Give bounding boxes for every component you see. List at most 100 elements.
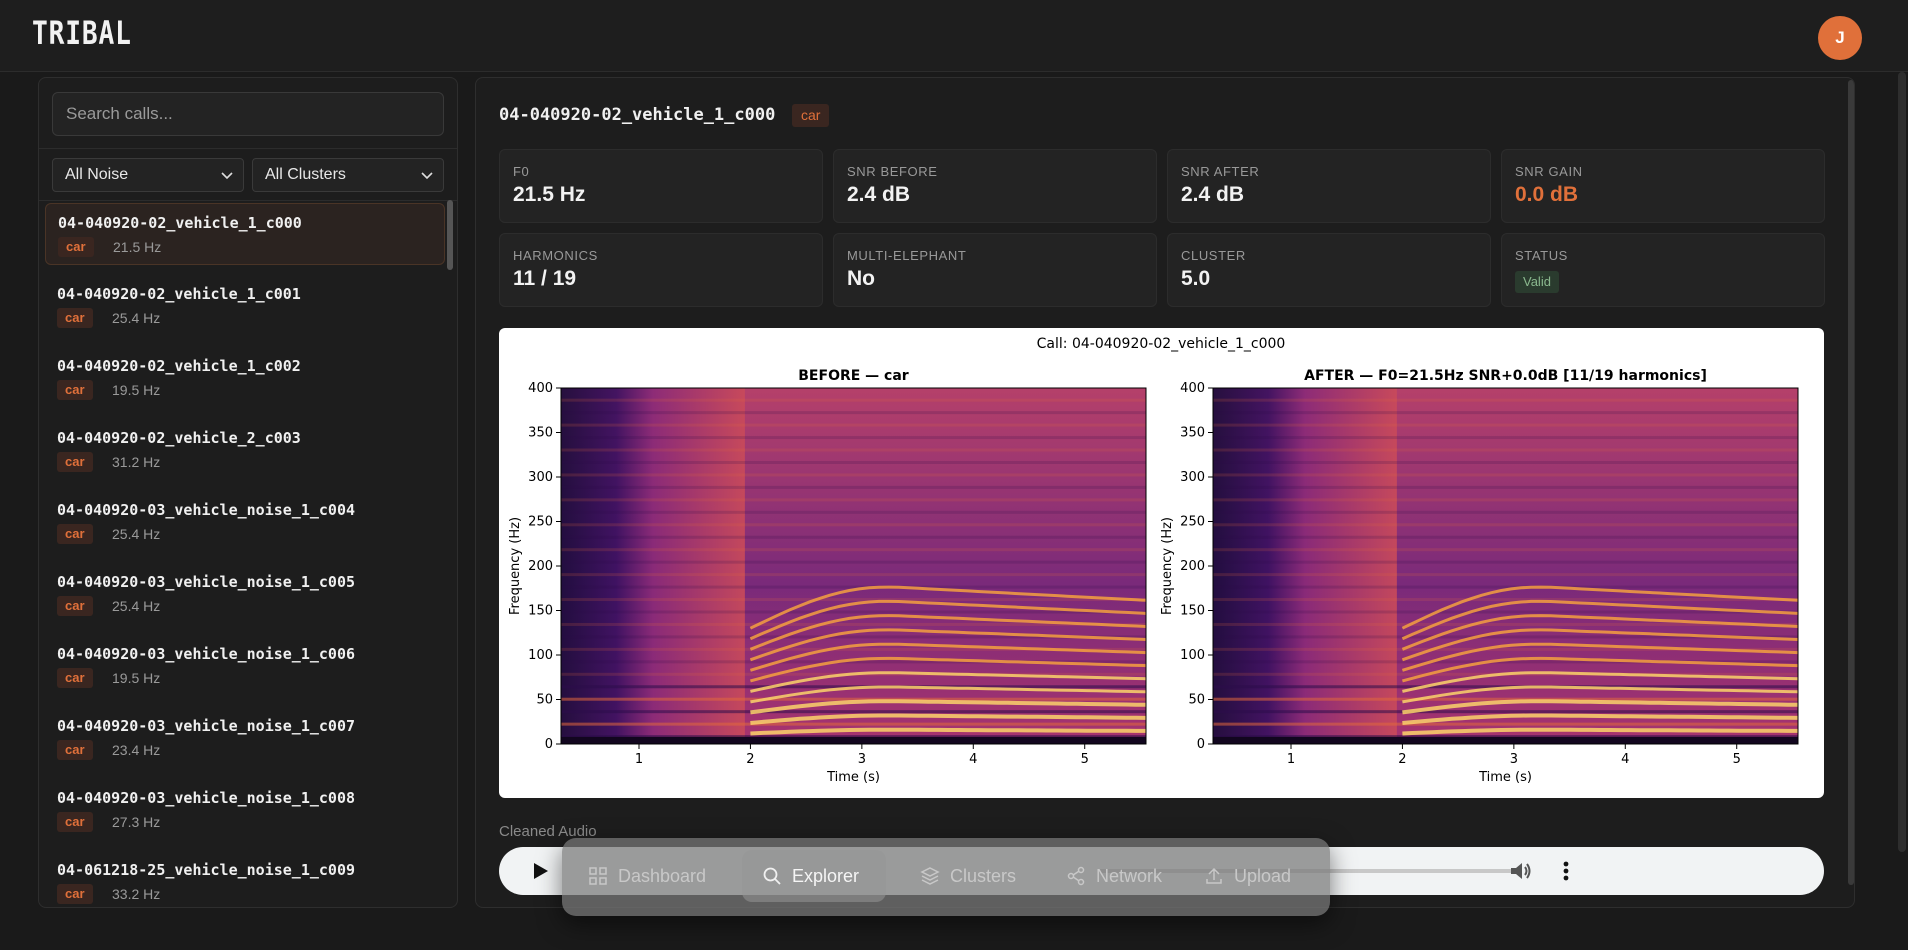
noise-tag: car	[57, 380, 93, 400]
spectral-band	[561, 710, 1146, 714]
spectrogram-quiet-region	[1213, 388, 1397, 744]
y-tick-label: 200	[1180, 559, 1205, 574]
call-list-item[interactable]: 04-040920-03_vehicle_noise_1_c008 car 27…	[45, 779, 445, 841]
page-scrollbar[interactable]	[1898, 72, 1906, 852]
x-tick-label: 1	[1287, 752, 1295, 767]
call-f0: 31.2 Hz	[112, 454, 161, 470]
call-list-item[interactable]: 04-040920-02_vehicle_1_c002 car 19.5 Hz	[45, 347, 445, 409]
spectral-band	[561, 460, 1146, 464]
spectral-band	[561, 436, 1146, 440]
nav-network[interactable]: Network	[1058, 850, 1178, 902]
volume-icon[interactable]	[1507, 858, 1533, 884]
x-tick-label: 1	[635, 752, 643, 767]
stat-card-snr-after: SNR AFTER 2.4 dB	[1167, 149, 1491, 223]
nav-dashboard[interactable]: Dashboard	[582, 850, 714, 902]
x-axis-label: Time (s)	[1478, 770, 1532, 785]
call-f0: 25.4 Hz	[112, 526, 161, 542]
stat-value: 11 / 19	[513, 267, 577, 290]
call-list-item[interactable]: 04-061218-25_vehicle_noise_1_c009 car 33…	[45, 851, 445, 907]
upload-icon	[1206, 867, 1222, 884]
y-axis-label: Frequency (Hz)	[1160, 517, 1175, 615]
call-list-item[interactable]: 04-040920-03_vehicle_noise_1_c005 car 25…	[45, 563, 445, 625]
sidebar-scrollbar[interactable]	[447, 200, 453, 270]
more-options-icon[interactable]	[1553, 858, 1579, 884]
y-tick-label: 50	[536, 693, 553, 708]
spectrogram-before: BEFORE — car1 2 3 4 505010015020025030035040…	[508, 368, 1147, 785]
call-name: 04-040920-02_vehicle_2_c003	[57, 429, 301, 447]
x-tick-label: 3	[858, 752, 866, 767]
spectral-band	[561, 448, 1146, 452]
x-tick-label: 4	[969, 752, 977, 767]
y-axis-label: Frequency (Hz)	[508, 517, 523, 615]
call-name: 04-061218-25_vehicle_noise_1_c009	[57, 861, 356, 879]
nav-label: Dashboard	[618, 865, 707, 886]
call-list-item[interactable]: 04-040920-03_vehicle_noise_1_c006 car 19…	[45, 635, 445, 697]
stat-label: SNR GAIN	[1515, 164, 1583, 179]
stat-label: HARMONICS	[513, 248, 598, 263]
call-f0: 19.5 Hz	[112, 382, 161, 398]
y-tick-label: 400	[528, 381, 553, 396]
y-tick-label: 250	[528, 515, 553, 530]
call-list-item[interactable]: 04-040920-02_vehicle_1_c001 car 25.4 Hz	[45, 275, 445, 337]
nav-clusters[interactable]: Clusters	[912, 850, 1042, 902]
x-axis-label: Time (s)	[826, 770, 880, 785]
x-tick-label: 2	[746, 752, 754, 767]
call-name: 04-040920-03_vehicle_noise_1_c005	[57, 573, 356, 591]
noise-tag: car	[57, 812, 93, 832]
cluster-filter-select[interactable]: All Clusters	[252, 158, 444, 192]
stat-label: STATUS	[1515, 248, 1568, 263]
spectral-band	[1213, 560, 1798, 564]
panel-title: AFTER — F0=21.5Hz SNR+0.0dB [11/19 harmo…	[1304, 368, 1707, 384]
spectral-band	[561, 722, 1146, 726]
top-bar: TRIBAL J	[0, 0, 1908, 72]
stat-card-multi-elephant: MULTI-ELEPHANT No	[833, 233, 1157, 307]
grid-icon	[589, 867, 607, 885]
spectral-band	[561, 598, 1146, 602]
spectral-band	[1213, 498, 1798, 502]
noise-tag: car	[57, 596, 93, 616]
nav-explorer[interactable]: Explorer	[742, 850, 886, 902]
stat-value: 2.4 dB	[847, 183, 911, 206]
call-f0: 25.4 Hz	[112, 310, 161, 326]
stat-value: No	[847, 267, 875, 290]
call-list-item[interactable]: 04-040920-03_vehicle_noise_1_c007 car 23…	[45, 707, 445, 769]
spectrogram-svg: Call: 04-040920-02_vehicle_1_c000 BEFORE…	[508, 336, 1799, 785]
call-list-item[interactable]: 04-040920-02_vehicle_2_c003 car 31.2 Hz	[45, 419, 445, 481]
spectral-band	[561, 510, 1146, 514]
search-input[interactable]	[52, 92, 444, 136]
bottom-nav-dock: Dashboard Explorer Clusters Network Uplo…	[562, 838, 1330, 916]
x-tick-label: 3	[1510, 752, 1518, 767]
noise-tag: car	[57, 740, 93, 760]
nav-upload[interactable]: Upload	[1194, 850, 1314, 902]
y-tick-label: 0	[1197, 737, 1205, 752]
spectral-band	[1213, 722, 1798, 726]
spectral-band	[1213, 535, 1798, 539]
user-avatar[interactable]: J	[1818, 16, 1862, 60]
spectral-band	[1213, 523, 1798, 527]
share-icon	[1067, 866, 1085, 886]
noise-filter-select[interactable]: All Noise	[52, 158, 244, 192]
spectral-band	[561, 398, 1146, 402]
spectral-band	[561, 573, 1146, 577]
call-name: 04-040920-03_vehicle_noise_1_c007	[57, 717, 356, 735]
main-scrollbar[interactable]	[1848, 80, 1854, 885]
y-tick-label: 150	[1180, 604, 1205, 619]
low-frequency-floor	[561, 736, 1146, 744]
app-logo[interactable]: TRIBAL	[32, 14, 132, 52]
cluster-filter-value: All Clusters	[265, 166, 346, 183]
stat-card-snr-before: SNR BEFORE 2.4 dB	[833, 149, 1157, 223]
call-f0: 21.5 Hz	[113, 239, 162, 255]
call-list-item[interactable]: 04-040920-02_vehicle_1_c000 car 21.5 Hz	[45, 203, 445, 265]
status-badge: Valid	[1515, 271, 1559, 293]
y-tick-label: 200	[528, 559, 553, 574]
call-name: 04-040920-02_vehicle_1_c001	[57, 285, 301, 303]
stat-label: SNR AFTER	[1181, 164, 1260, 179]
call-list-item[interactable]: 04-040920-03_vehicle_noise_1_c004 car 25…	[45, 491, 445, 553]
noise-tag: car	[57, 452, 93, 472]
x-tick-label: 5	[1081, 752, 1089, 767]
play-icon[interactable]	[529, 860, 551, 882]
y-tick-label: 150	[528, 604, 553, 619]
spectral-band	[561, 535, 1146, 539]
noise-tag: car	[57, 524, 93, 544]
call-sidebar: All Noise All Clusters 04-040920-02_vehi…	[38, 77, 458, 908]
